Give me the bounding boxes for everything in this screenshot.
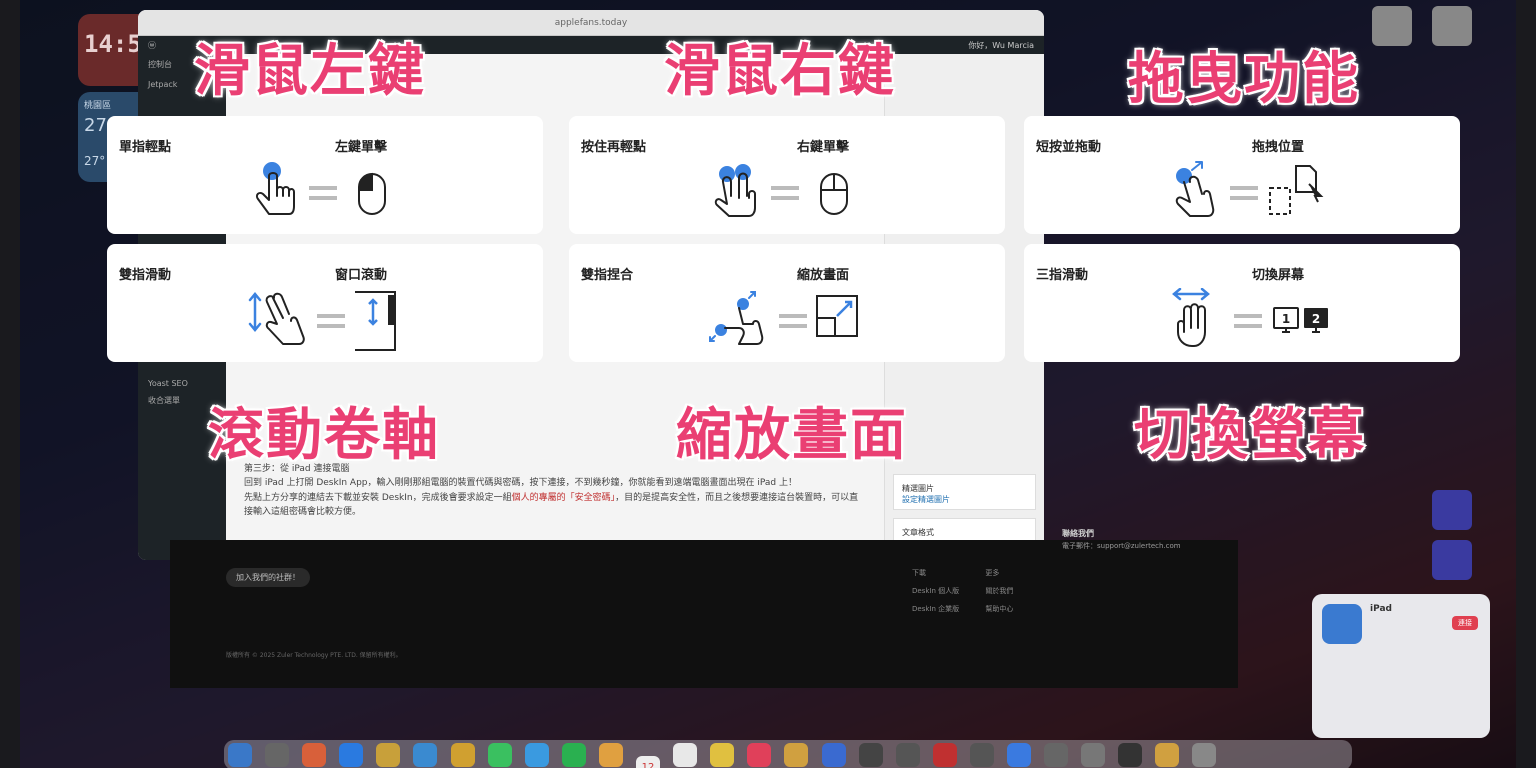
vertical-arrows-icon	[248, 292, 262, 332]
trash-icon[interactable]	[1192, 743, 1217, 767]
join-community-button[interactable]: 加入我們的社群！	[226, 568, 310, 587]
music-icon[interactable]	[747, 743, 772, 767]
gesture-label: 按住再輕點	[581, 140, 647, 155]
app-icon[interactable]	[1044, 743, 1069, 767]
three-finger-hand-icon	[1177, 303, 1206, 347]
drag-file-icon	[1269, 165, 1324, 215]
equals-icon	[309, 186, 337, 200]
article-paragraph-2: 先點上方分享的連結去下載並安裝 DeskIn，完成後會要求設定一組個人的專屬的「…	[244, 492, 859, 518]
section-title-scroll: 滾動卷軸	[207, 402, 440, 470]
device-avatar-icon	[1322, 604, 1362, 644]
pinch-arrows-icon	[709, 291, 756, 342]
wp-howdy[interactable]: 你好，Wu Marcia	[968, 40, 1034, 51]
desktop-folder-icon[interactable]	[1432, 540, 1472, 580]
reminders-icon[interactable]	[673, 743, 698, 767]
pinch-equals-zoom-illustration	[709, 291, 858, 345]
app-icon[interactable]	[1155, 743, 1180, 767]
keynote-icon[interactable]	[821, 743, 846, 767]
section-title-drag: 拖曳功能	[1127, 46, 1360, 114]
tap-equals-left-click-illustration	[255, 162, 386, 215]
mail-icon[interactable]	[524, 743, 549, 767]
section-title-right-click: 滑鼠右鍵	[663, 38, 896, 106]
macos-dock: 12	[224, 740, 1352, 768]
gesture-label: 雙指捏合	[581, 268, 634, 283]
horizontal-arrows-icon	[1172, 288, 1210, 301]
two-finger-swipe-icon	[265, 292, 305, 345]
article-paragraph-1: 回到 iPad 上打開 DeskIn App，輸入剛剛那組電腦的裝置代碼與密碼，…	[244, 478, 797, 489]
notes-app-icon[interactable]	[710, 743, 735, 767]
action-label: 左鍵單擊	[335, 140, 388, 155]
system-preferences-icon[interactable]	[265, 743, 290, 767]
gesture-card-pinch: 雙指捏合 縮放畫面	[569, 244, 1005, 362]
app-icon[interactable]	[1118, 743, 1143, 767]
mouse-left-button-icon	[358, 172, 386, 215]
mouse-right-button-icon	[820, 173, 848, 215]
finger-drag-icon	[1175, 161, 1215, 217]
line-icon[interactable]	[561, 743, 586, 767]
one-finger-tap-icon	[255, 162, 295, 215]
copyright-text: 版權所有 © 2025 Zuler Technology PTE. LTD. 保…	[226, 652, 402, 659]
action-label: 窗口滾動	[335, 268, 388, 283]
gesture-label: 單指輕點	[119, 140, 172, 155]
app-icon[interactable]	[1081, 743, 1106, 767]
wp-menu-collapse[interactable]: 收合選單	[138, 390, 190, 411]
equals-icon	[1230, 186, 1258, 200]
equals-icon	[779, 314, 807, 328]
gesture-label: 雙指滑動	[119, 268, 172, 283]
screen-one-label: 1	[1282, 312, 1290, 326]
launchpad-icon[interactable]	[302, 743, 327, 767]
app-icon[interactable]	[932, 743, 957, 767]
gesture-label: 三指滑動	[1036, 268, 1089, 283]
section-title-zoom: 縮放畫面	[675, 402, 908, 470]
safari-icon[interactable]	[413, 743, 438, 767]
hard-drive-icon[interactable]	[1432, 6, 1472, 46]
notes-icon[interactable]	[376, 743, 401, 767]
calendar-icon[interactable]: 12	[636, 756, 661, 768]
set-featured-image-link[interactable]: 設定精選圖片	[902, 495, 950, 504]
equals-icon	[317, 314, 345, 328]
section-title-left-click: 滑鼠左鍵	[193, 38, 426, 106]
action-label: 右鍵單擊	[797, 140, 850, 155]
device-connect-button[interactable]: 連接	[1452, 616, 1478, 630]
scroll-window-icon	[355, 291, 396, 351]
deskin-device-panel: iPad 連接	[1312, 594, 1490, 738]
app-icon[interactable]	[895, 743, 920, 767]
gesture-card-press-drag: 短按並拖動 拖拽位置	[1024, 116, 1460, 234]
screen-two-label: 2	[1312, 312, 1320, 326]
pinch-hand-icon	[724, 307, 764, 345]
zoom-screen-icon	[816, 295, 858, 337]
final-cut-icon[interactable]	[858, 743, 883, 767]
featured-image-box[interactable]: 精選圖片 設定精選圖片	[893, 474, 1036, 510]
website-footer: 加入我們的社群！ 版權所有 © 2025 Zuler Technology PT…	[170, 529, 1238, 688]
gesture-card-two-finger-swipe: 雙指滑動 窗口滾動	[107, 244, 543, 362]
section-title-switch-screen: 切換螢幕	[1133, 402, 1366, 470]
chrome-icon[interactable]	[450, 743, 475, 767]
two-finger-tap-icon	[714, 164, 756, 217]
gesture-card-single-tap: 單指輕點 左鍵單擊	[107, 116, 543, 234]
messages-icon[interactable]	[487, 743, 512, 767]
desktop-file-icon[interactable]	[1372, 6, 1412, 46]
gesture-label: 短按並拖動	[1036, 140, 1102, 155]
drag-equals-move-illustration	[1175, 161, 1324, 217]
app-icon[interactable]	[1006, 743, 1031, 767]
gesture-card-press-and-tap: 按住再輕點 右鍵單擊	[569, 116, 1005, 234]
footer-links: 下載 DeskIn 個人版 DeskIn 企業版 更多 關於我們 幫助中心	[912, 569, 1014, 613]
footer-contact: 聯絡我們 電子郵件：support@zulertech.com	[1062, 529, 1181, 550]
finder-icon[interactable]	[228, 743, 252, 767]
equals-icon	[771, 186, 799, 200]
pages-icon[interactable]	[784, 743, 809, 767]
app-store-icon[interactable]	[339, 743, 364, 767]
equals-icon	[1234, 314, 1262, 328]
wp-logo-icon[interactable]: ⓦ	[148, 40, 156, 51]
press-tap-equals-right-click-illustration	[714, 164, 848, 217]
action-label: 縮放畫面	[797, 268, 850, 283]
gesture-card-three-finger-swipe: 三指滑動 切換屏幕 1 2	[1024, 244, 1460, 362]
three-finger-equals-switch-illustration: 1 2	[1172, 288, 1328, 347]
action-label: 拖拽位置	[1252, 140, 1305, 155]
action-label: 切換屏幕	[1252, 268, 1305, 283]
photos-icon[interactable]	[598, 743, 623, 767]
swipe-equals-scroll-illustration	[248, 291, 396, 351]
desktop-folder-icon[interactable]	[1432, 490, 1472, 530]
app-icon[interactable]	[969, 743, 994, 767]
